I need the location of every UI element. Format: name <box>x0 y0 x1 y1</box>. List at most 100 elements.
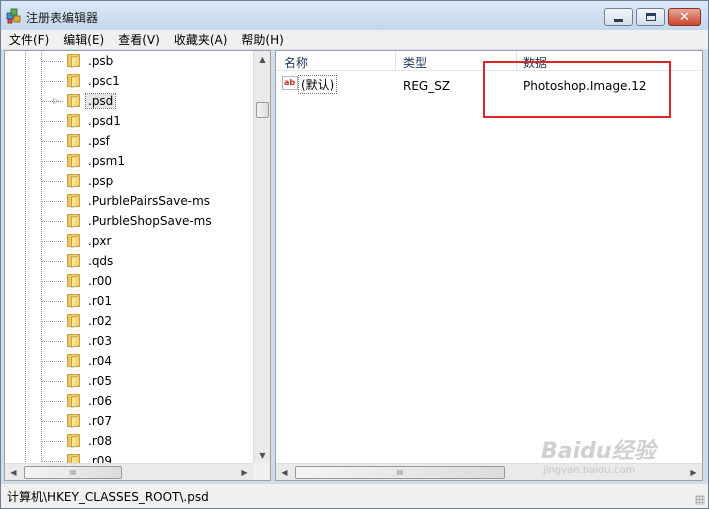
tree-item-label: .pxr <box>88 234 112 248</box>
values-list-pane[interactable]: 名称 类型 数据 ab (默认) REG_SZ Photoshop.Image.… <box>275 50 703 481</box>
column-divider[interactable] <box>395 51 396 71</box>
column-header-name[interactable]: 名称 <box>284 54 308 71</box>
folder-icon <box>67 374 83 388</box>
string-value-icon: ab <box>282 76 298 90</box>
tree-connector <box>41 221 63 222</box>
tree-item[interactable]: .r04 <box>5 351 252 371</box>
menu-favorites[interactable]: 收藏夹(A) <box>166 31 234 48</box>
tree-item-label: .PurbleShopSave-ms <box>88 214 212 228</box>
tree-item[interactable]: .psd1 <box>5 111 252 131</box>
tree-item-label: .psd1 <box>88 114 121 128</box>
tree-connector <box>41 301 63 302</box>
tree-item-label: .psp <box>88 174 114 188</box>
tree-item[interactable]: .psp <box>5 171 252 191</box>
status-bar: 计算机\HKEY_CLASSES_ROOT\.psd <box>1 483 708 508</box>
tree-item[interactable]: .psc1 <box>5 71 252 91</box>
resize-grip-icon[interactable] <box>695 495 705 505</box>
title-bar[interactable]: 注册表编辑器 ✕ <box>1 1 708 30</box>
expand-arrow-icon[interactable]: ▷ <box>53 96 62 105</box>
folder-icon <box>67 334 83 348</box>
tree-horizontal-scroll-thumb[interactable]: III <box>24 466 122 479</box>
folder-icon <box>67 234 83 248</box>
menu-file[interactable]: 文件(F) <box>1 31 55 48</box>
folder-icon <box>67 154 83 168</box>
folder-icon <box>67 434 83 448</box>
tree-connector <box>41 361 63 362</box>
tree-item-label: .psd <box>84 93 117 109</box>
tree-item[interactable]: .pxr <box>5 231 252 251</box>
tree-item[interactable]: .qds <box>5 251 252 271</box>
tree-item-label: .psc1 <box>88 74 120 88</box>
tree-connector <box>41 61 63 62</box>
menu-bar: 文件(F) 编辑(E) 查看(V) 收藏夹(A) 帮助(H) <box>1 30 708 49</box>
tree-item[interactable]: ▷ .psd <box>5 91 252 111</box>
tree-item[interactable]: .r07 <box>5 411 252 431</box>
red-highlight-box <box>483 61 671 118</box>
tree-item[interactable]: .r03 <box>5 331 252 351</box>
tree-item[interactable]: .psm1 <box>5 151 252 171</box>
scroll-right-arrow-icon[interactable]: ▶ <box>236 464 253 480</box>
tree-connector <box>41 141 63 142</box>
tree-connector <box>41 201 63 202</box>
window-title: 注册表编辑器 <box>26 11 99 25</box>
maximize-button[interactable] <box>636 8 665 26</box>
tree-item[interactable]: .r02 <box>5 311 252 331</box>
menu-edit[interactable]: 编辑(E) <box>55 31 110 48</box>
tree-connector <box>41 321 63 322</box>
folder-icon <box>67 174 83 188</box>
tree-item-label: .r06 <box>88 394 113 408</box>
scroll-up-arrow-icon[interactable]: ▲ <box>254 51 270 68</box>
tree-item-label: .r02 <box>88 314 113 328</box>
list-horizontal-scrollbar[interactable]: ◀ III ▶ <box>276 463 702 480</box>
registry-editor-window: 注册表编辑器 ✕ 文件(F) 编辑(E) 查看(V) 收藏夹(A) 帮助(H) … <box>0 0 709 509</box>
tree-horizontal-scrollbar[interactable]: ◀ III ▶ <box>5 463 253 480</box>
tree-item[interactable]: .r06 <box>5 391 252 411</box>
tree-item[interactable]: .psf <box>5 131 252 151</box>
tree-item-label: .r01 <box>88 294 113 308</box>
tree-item-label: .r05 <box>88 374 113 388</box>
folder-icon <box>67 74 83 88</box>
scroll-right-arrow-icon[interactable]: ▶ <box>685 464 702 480</box>
close-icon: ✕ <box>679 9 690 25</box>
tree-connector <box>41 121 63 122</box>
folder-icon <box>67 254 83 268</box>
menu-help[interactable]: 帮助(H) <box>233 31 289 48</box>
tree-connector <box>41 461 63 462</box>
tree-connector <box>41 281 63 282</box>
minimize-button[interactable] <box>604 8 633 26</box>
list-horizontal-scroll-thumb[interactable]: III <box>295 466 505 479</box>
maximize-icon <box>645 13 656 21</box>
folder-icon <box>67 94 83 108</box>
tree-connector <box>41 181 63 182</box>
tree-item[interactable]: .PurblePairsSave-ms <box>5 191 252 211</box>
value-name: (默认) <box>297 75 338 94</box>
tree-vertical-scroll-thumb[interactable] <box>256 102 269 118</box>
key-tree-pane[interactable]: .psb .psc1 ▷ .psd .psd1 .psf .psm1 .psp .PurbleP… <box>4 50 271 481</box>
tree-vertical-scrollbar[interactable]: ▲ ▼ <box>253 51 270 464</box>
status-path: 计算机\HKEY_CLASSES_ROOT\.psd <box>7 490 209 504</box>
close-button[interactable]: ✕ <box>668 8 701 26</box>
registry-app-icon <box>6 8 21 24</box>
menu-view[interactable]: 查看(V) <box>110 31 166 48</box>
tree-item[interactable]: .r00 <box>5 271 252 291</box>
folder-icon <box>67 294 83 308</box>
scroll-down-arrow-icon[interactable]: ▼ <box>254 447 270 464</box>
tree-connector <box>41 261 63 262</box>
key-tree: .psb .psc1 ▷ .psd .psd1 .psf .psm1 .psp .PurbleP… <box>5 51 252 464</box>
tree-item[interactable]: .PurbleShopSave-ms <box>5 211 252 231</box>
tree-item[interactable]: .r08 <box>5 431 252 451</box>
scroll-left-arrow-icon[interactable]: ◀ <box>5 464 22 480</box>
minimize-icon <box>614 18 623 22</box>
tree-item-label: .r04 <box>88 354 113 368</box>
tree-connector <box>41 401 63 402</box>
folder-icon <box>67 354 83 368</box>
tree-connector <box>41 161 63 162</box>
tree-item[interactable]: .psb <box>5 51 252 71</box>
column-header-type[interactable]: 类型 <box>403 54 427 71</box>
folder-icon <box>67 114 83 128</box>
scroll-left-arrow-icon[interactable]: ◀ <box>276 464 293 480</box>
folder-icon <box>67 194 83 208</box>
tree-item[interactable]: .r05 <box>5 371 252 391</box>
tree-item[interactable]: .r01 <box>5 291 252 311</box>
tree-connector <box>41 421 63 422</box>
